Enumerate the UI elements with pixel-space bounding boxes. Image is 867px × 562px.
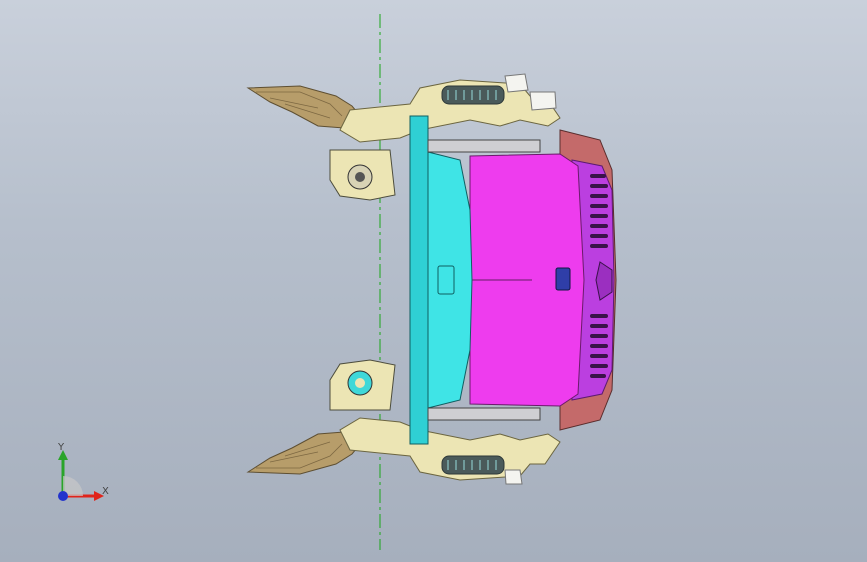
cover-latch xyxy=(555,267,571,291)
lower-vent xyxy=(441,455,505,475)
upper-mount-hole-inner xyxy=(355,172,365,182)
coordinate-triad xyxy=(58,450,104,501)
cad-model-view[interactable] xyxy=(0,0,867,562)
graphics-viewport[interactable]: Y X xyxy=(0,0,867,562)
upper-rail xyxy=(427,139,541,153)
lower-rail xyxy=(427,407,541,421)
z-axis-dot xyxy=(58,491,68,501)
cyan-crossbar xyxy=(409,115,429,445)
lower-bracket-tab xyxy=(504,469,523,485)
lower-mount-hole-inner xyxy=(355,378,365,388)
x-axis-label: X xyxy=(102,486,109,497)
y-axis-label: Y xyxy=(58,442,65,453)
upper-vent xyxy=(441,85,505,105)
cyan-panel-handle xyxy=(437,265,455,295)
